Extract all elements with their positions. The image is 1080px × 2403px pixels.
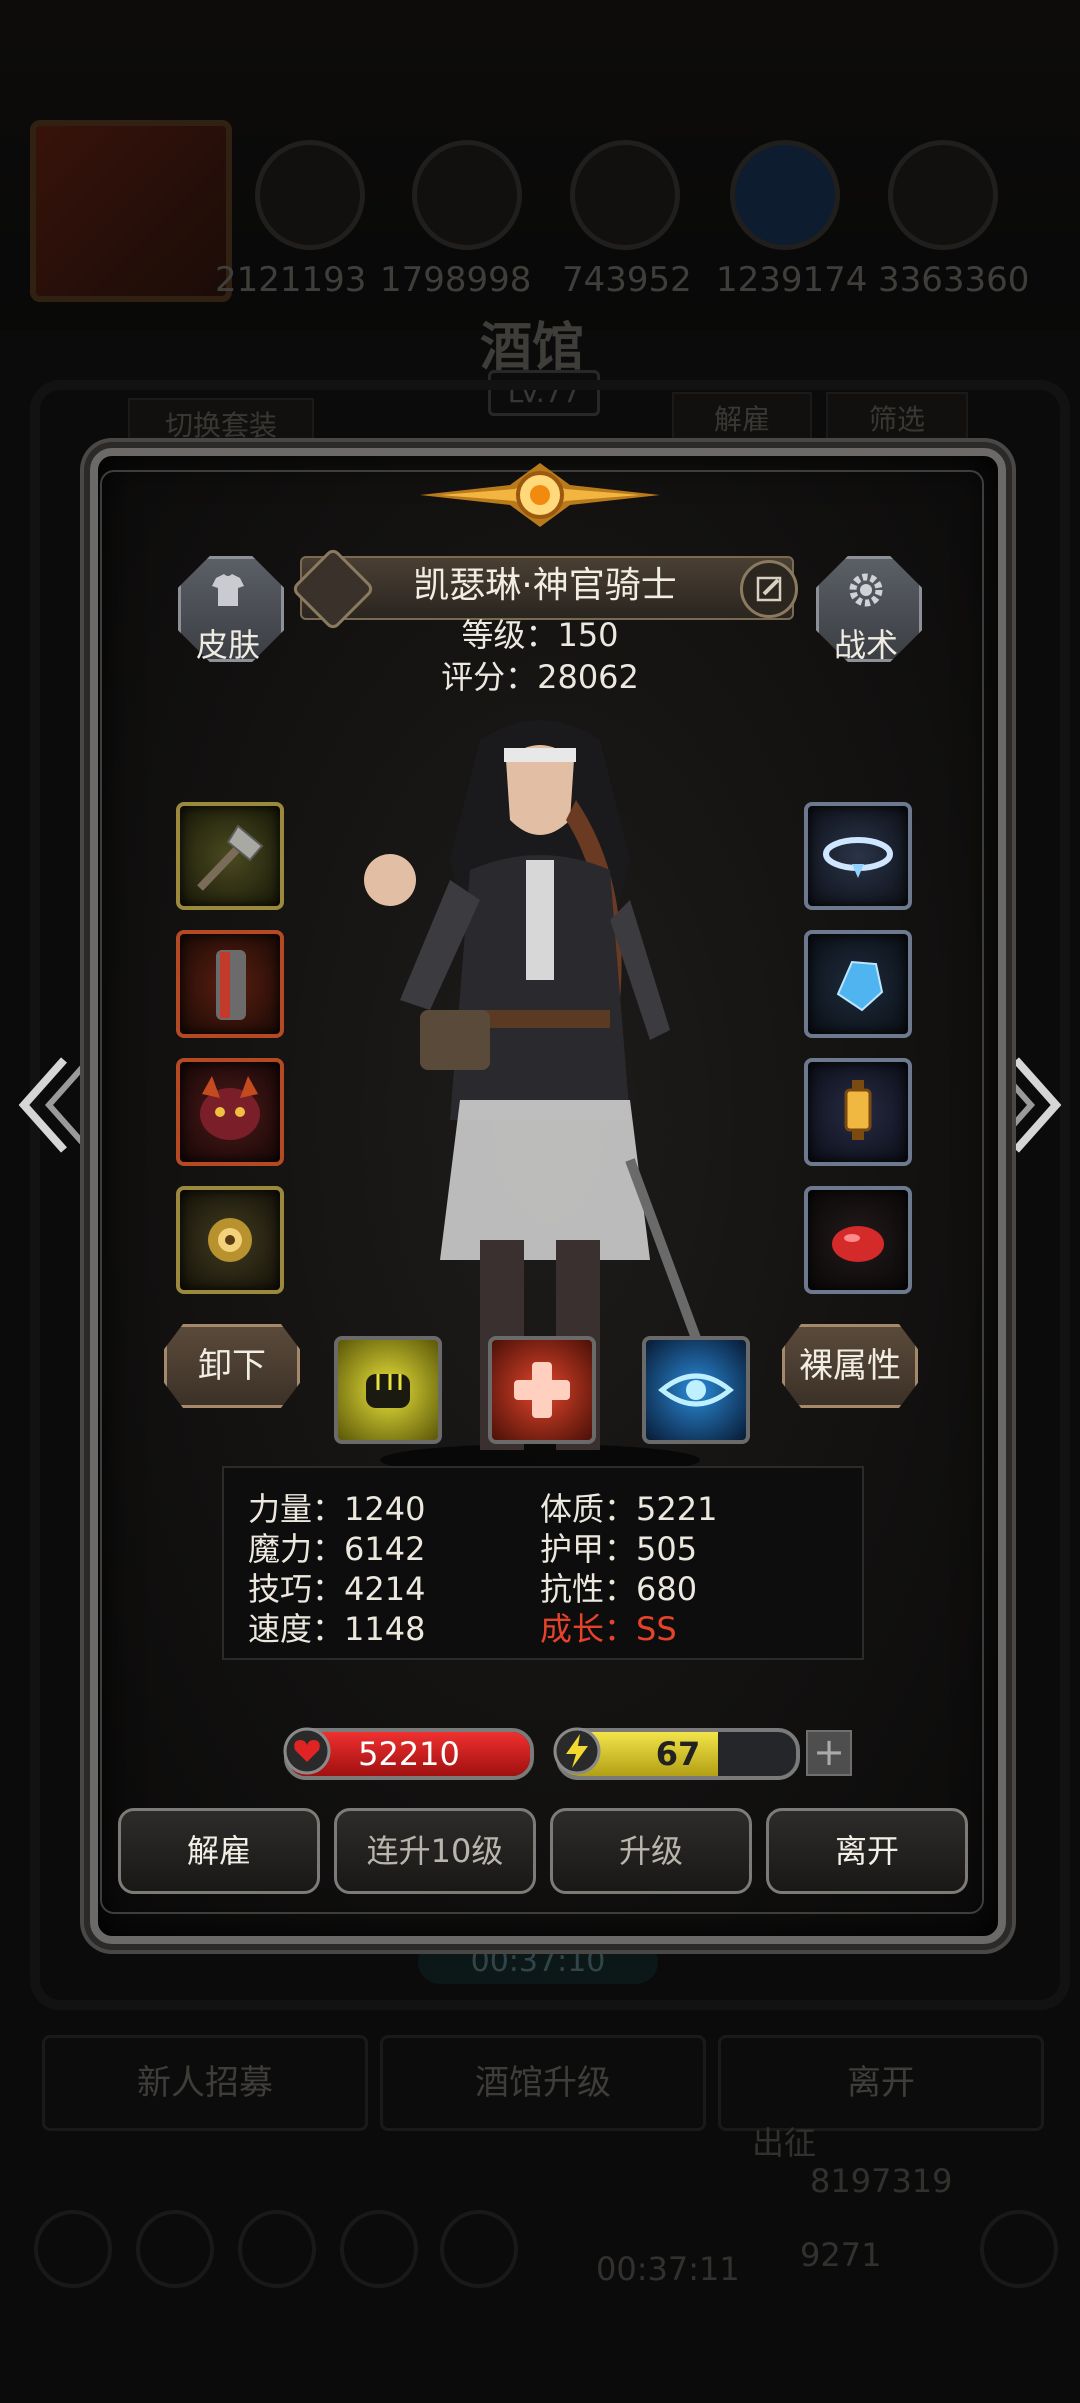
menu-icon	[136, 2210, 214, 2288]
previous-hero-arrow-icon[interactable]	[14, 1050, 94, 1160]
menu-icon	[238, 2210, 316, 2288]
eye-icon	[658, 1373, 734, 1407]
red-gem-icon	[832, 1226, 884, 1262]
menu-icon	[980, 2210, 1058, 2288]
hero-level: 等级：150	[461, 616, 619, 654]
resource-icon	[570, 140, 680, 250]
heart-icon	[283, 1727, 331, 1775]
expedition-label: 出征	[752, 2124, 817, 2162]
resource-number: 1239174	[716, 260, 868, 300]
resource-number: 2121193	[215, 260, 367, 300]
jewel-slot-4[interactable]	[804, 1186, 912, 1294]
resource-icon	[888, 140, 998, 250]
tactics-label: 战术	[833, 626, 898, 664]
edit-pencil-icon	[756, 576, 782, 602]
skill-slot-1[interactable]	[334, 1336, 442, 1444]
player-portrait	[30, 120, 232, 302]
skin-label: 皮肤	[195, 626, 260, 664]
skill-slot-3[interactable]	[642, 1336, 750, 1444]
chest-armor-icon	[216, 950, 246, 1020]
add-energy-button[interactable]: +	[806, 1730, 852, 1776]
jewel-slot-2[interactable]	[804, 930, 912, 1038]
recruit-button: 新人招募	[42, 2035, 368, 2131]
gold-amount: 8197319	[810, 2162, 953, 2200]
golden-amulet-icon	[208, 1218, 252, 1262]
gear-icon	[849, 573, 883, 607]
leave-button[interactable]: 离开	[766, 1808, 968, 1894]
hero-score: 评分：28062	[441, 658, 639, 696]
jewel-slot-3[interactable]	[804, 1058, 912, 1166]
resource-number: 743952	[562, 260, 692, 300]
fist-icon	[366, 1374, 410, 1408]
resource-number: 3363360	[878, 260, 1030, 300]
ice-shard-icon	[836, 960, 884, 1012]
armor-slot[interactable]	[176, 930, 284, 1038]
unequip-button[interactable]: 卸下	[164, 1324, 300, 1408]
gem-amount: 9271	[800, 2236, 882, 2274]
skin-button[interactable]: 皮肤	[178, 556, 284, 666]
sun-emblem-icon	[420, 463, 660, 527]
crystal-tiara-icon	[823, 837, 893, 878]
fire-button[interactable]: 解雇	[118, 1808, 320, 1894]
tavern-timer: 00:37:10	[418, 1940, 658, 1984]
hero-name: 凯瑟琳·神官骑士	[413, 565, 677, 606]
lightning-icon	[553, 1727, 601, 1775]
resource-icon	[412, 140, 522, 250]
stat-growth: 成长：SS	[540, 1610, 677, 1648]
tactics-button[interactable]: 战术	[816, 556, 922, 666]
heal-cross-icon	[514, 1362, 570, 1418]
lantern-icon	[844, 1080, 872, 1140]
tavern-leave-button: 离开	[718, 2035, 1044, 2131]
menu-icon	[340, 2210, 418, 2288]
bottom-timer: 00:37:11	[596, 2250, 740, 2288]
weapon-slot[interactable]	[176, 802, 284, 910]
stat-speed: 速度：1148	[248, 1610, 426, 1648]
shirt-icon	[212, 574, 244, 606]
tavern-upgrade-button: 酒馆升级	[380, 2035, 706, 2131]
resource-number: 1798998	[380, 260, 532, 300]
resource-icon	[730, 140, 840, 250]
resource-icon	[255, 140, 365, 250]
helm-slot[interactable]	[176, 1058, 284, 1166]
demon-mask-icon	[200, 1076, 260, 1140]
jewel-slot-1[interactable]	[804, 802, 912, 910]
rename-button[interactable]	[740, 560, 798, 618]
menu-icon	[34, 2210, 112, 2288]
level-up-button[interactable]: 升级	[550, 1808, 752, 1894]
accessory-slot[interactable]	[176, 1186, 284, 1294]
skill-slot-2[interactable]	[488, 1336, 596, 1444]
tavern-title: 酒馆	[480, 318, 585, 378]
level-up-10-button[interactable]: 连升10级	[334, 1808, 536, 1894]
base-attributes-button[interactable]: 裸属性	[782, 1324, 918, 1408]
mace-icon	[197, 824, 264, 891]
menu-icon	[440, 2210, 518, 2288]
